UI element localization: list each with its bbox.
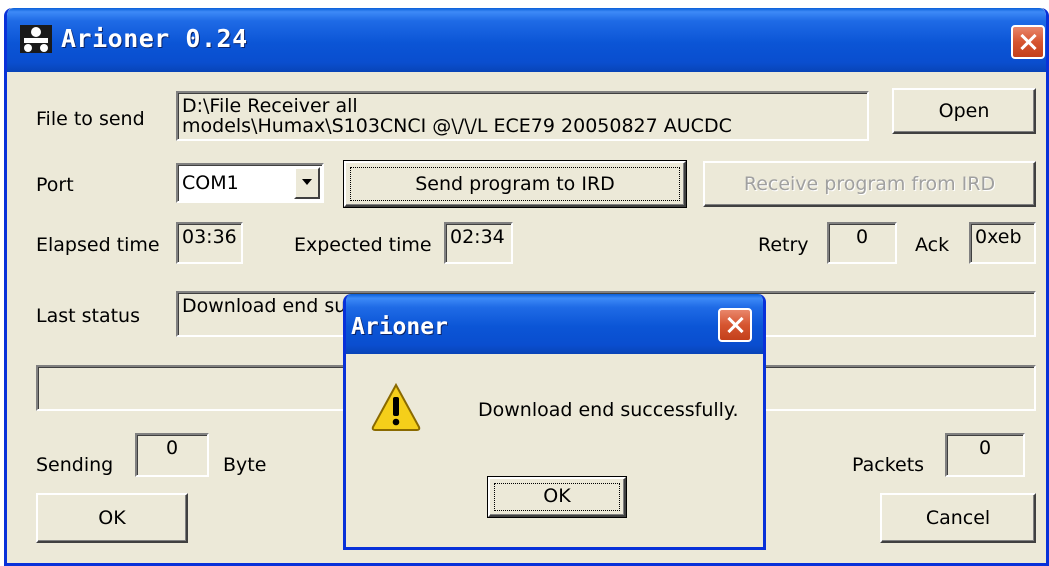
focus-rect <box>494 483 620 511</box>
sending-value: 0 <box>135 433 209 477</box>
dialog-ok-button[interactable]: OK <box>487 476 627 518</box>
cancel-button-label: Cancel <box>925 507 991 529</box>
elapsed-label: Elapsed time <box>36 234 160 256</box>
dialog-message: Download end successfully. <box>478 399 739 421</box>
dialog-title: Arioner <box>351 314 448 340</box>
window-title: Arioner 0.24 <box>61 24 248 53</box>
file-path-field[interactable]: D:\File Receiver all models\Humax\S103CN… <box>176 91 869 141</box>
port-select[interactable]: COM1 <box>176 163 324 203</box>
file-path-line2: models\Humax\S103CNCI @\/\/L ECE79 20050… <box>182 115 732 137</box>
open-button[interactable]: Open <box>892 88 1036 134</box>
title-bar[interactable]: Arioner 0.24 <box>7 8 1046 72</box>
file-path-line1: D:\File Receiver all <box>182 95 358 117</box>
sending-label: Sending <box>36 454 114 476</box>
sending-unit: Byte <box>223 454 267 476</box>
open-button-label: Open <box>938 100 990 122</box>
retry-label: Retry <box>758 234 809 256</box>
port-selected-value: COM1 <box>182 172 239 194</box>
retry-value: 0 <box>827 222 897 264</box>
status-label: Last status <box>36 305 140 327</box>
dialog-title-bar[interactable]: Arioner <box>346 294 763 354</box>
receive-program-label: Receive program from IRD <box>743 173 996 195</box>
packets-value: 0 <box>945 433 1025 477</box>
expected-label: Expected time <box>294 234 432 256</box>
packets-label: Packets <box>852 454 925 476</box>
warning-icon <box>371 382 421 431</box>
ack-value: 0xeb <box>969 222 1036 264</box>
elapsed-value: 03:36 <box>176 222 243 264</box>
cancel-button[interactable]: Cancel <box>880 493 1036 543</box>
port-label: Port <box>36 174 74 196</box>
ack-label: Ack <box>915 234 950 256</box>
expected-value: 02:34 <box>444 222 513 264</box>
ok-button-label: OK <box>98 507 126 529</box>
focus-rect <box>350 167 680 201</box>
chevron-down-icon[interactable] <box>294 167 320 199</box>
receive-program-button[interactable]: Receive program from IRD <box>703 161 1036 207</box>
status-value: Download end su <box>182 295 347 317</box>
ok-button[interactable]: OK <box>36 493 188 543</box>
message-dialog: Arioner Download end successfully. OK <box>343 294 766 550</box>
send-program-button[interactable]: Send program to IRD <box>343 160 687 208</box>
file-label: File to send <box>36 108 145 130</box>
dialog-close-button[interactable] <box>718 308 752 342</box>
app-icon <box>20 25 52 53</box>
close-button[interactable] <box>1011 25 1045 59</box>
